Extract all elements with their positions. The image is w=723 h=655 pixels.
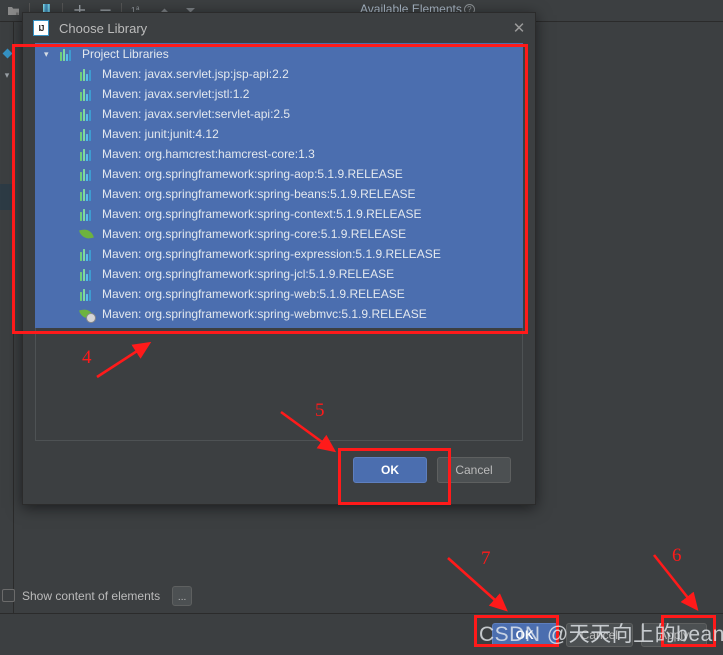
screenshot-root: 1a Available Elements ? ▾ Show content o… xyxy=(0,0,723,655)
csdn-watermark: CSDN @天天向上的bean xyxy=(479,623,723,646)
annotation-arrow-4 xyxy=(96,341,699,612)
